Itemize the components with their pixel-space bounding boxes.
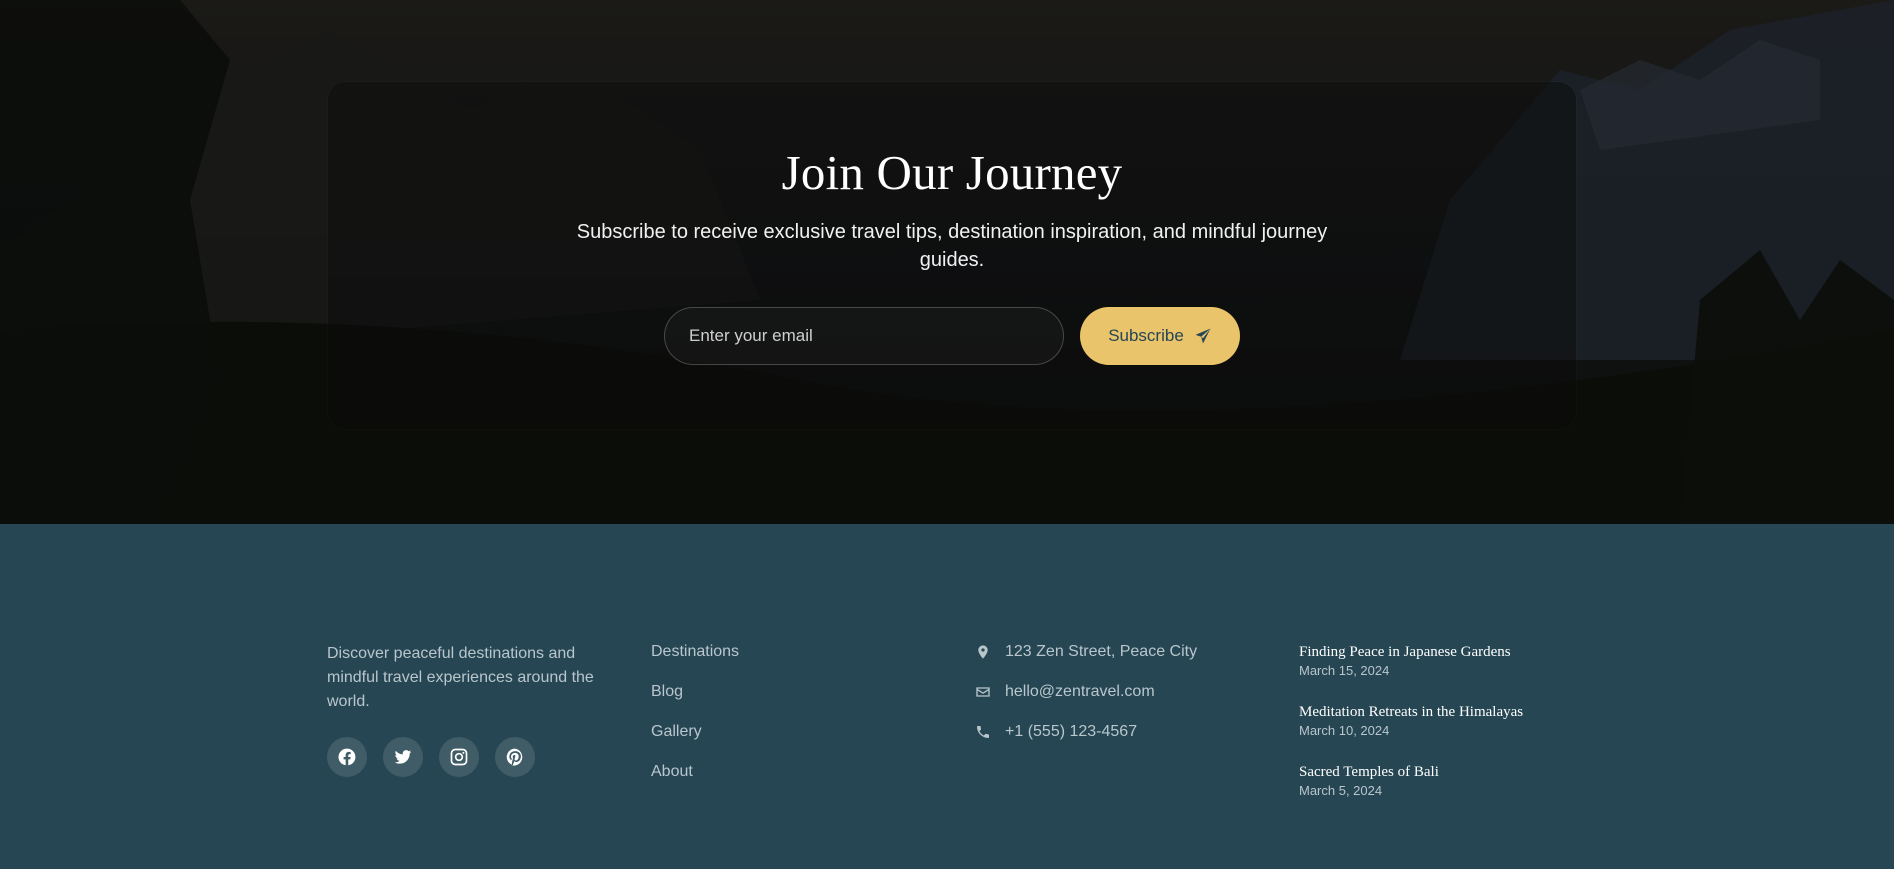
footer-link-destinations[interactable]: Destinations (651, 642, 739, 682)
post-date: March 5, 2024 (1299, 783, 1383, 798)
footer-links: Destinations Blog Gallery About (651, 642, 739, 802)
twitter-icon (394, 750, 412, 764)
recent-posts: Finding Peace in Japanese Gardens March … (1299, 642, 1589, 822)
pinterest-icon (506, 748, 523, 766)
paper-plane-icon (1195, 328, 1211, 344)
facebook-link[interactable] (327, 737, 367, 777)
post-item[interactable]: Meditation Retreats in the Himalayas Mar… (1299, 702, 1589, 762)
footer-link-about[interactable]: About (651, 762, 739, 802)
post-date: March 15, 2024 (1299, 663, 1390, 678)
twitter-link[interactable] (383, 737, 423, 777)
footer-contact: 123 Zen Street, Peace City hello@zentrav… (975, 642, 1197, 762)
contact-address: 123 Zen Street, Peace City (975, 642, 1197, 682)
newsletter-title: Join Our Journey (781, 145, 1123, 200)
post-item[interactable]: Finding Peace in Japanese Gardens March … (1299, 642, 1589, 702)
subscribe-button[interactable]: Subscribe (1080, 307, 1240, 365)
post-item[interactable]: Sacred Temples of Bali March 5, 2024 (1299, 762, 1589, 822)
newsletter-subtitle: Subscribe to receive exclusive travel ti… (576, 221, 1328, 271)
phone-icon (977, 726, 989, 738)
footer-about-text: Discover peaceful destinations and mindf… (327, 645, 594, 710)
site-footer: Discover peaceful destinations and mindf… (0, 524, 1894, 869)
contact-email-text[interactable]: hello@zentravel.com (1005, 682, 1155, 702)
pinterest-link[interactable] (495, 737, 535, 777)
subscribe-label: Subscribe (1108, 326, 1184, 345)
contact-address-text: 123 Zen Street, Peace City (1005, 643, 1198, 660)
post-title[interactable]: Meditation Retreats in the Himalayas (1299, 702, 1589, 722)
post-title[interactable]: Sacred Temples of Bali (1299, 762, 1589, 782)
social-links (327, 737, 535, 777)
contact-email: hello@zentravel.com (975, 682, 1197, 722)
email-input[interactable] (664, 307, 1064, 365)
envelope-icon (976, 687, 990, 697)
newsletter-hero: Join Our Journey Subscribe to receive ex… (0, 0, 1894, 524)
instagram-link[interactable] (439, 737, 479, 777)
contact-phone: +1 (555) 123-4567 (975, 722, 1197, 762)
contact-phone-text[interactable]: +1 (555) 123-4567 (1005, 722, 1137, 742)
instagram-icon (450, 748, 468, 766)
newsletter-card: Join Our Journey Subscribe to receive ex… (328, 82, 1576, 429)
map-pin-icon (978, 645, 988, 659)
post-title[interactable]: Finding Peace in Japanese Gardens (1299, 642, 1589, 662)
footer-link-gallery[interactable]: Gallery (651, 722, 739, 762)
post-date: March 10, 2024 (1299, 723, 1390, 738)
facebook-icon (338, 748, 356, 766)
footer-link-blog[interactable]: Blog (651, 682, 739, 722)
